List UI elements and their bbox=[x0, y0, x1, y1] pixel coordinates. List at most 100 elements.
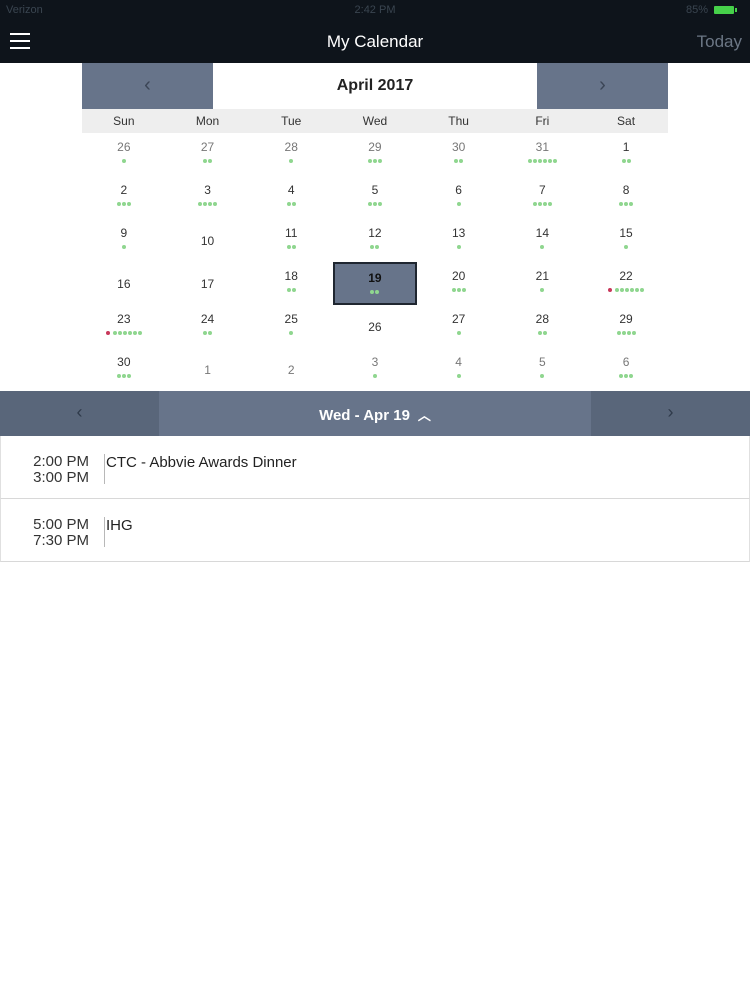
event-dot bbox=[537, 202, 542, 206]
calendar-day[interactable]: 22 bbox=[584, 262, 668, 305]
event-dots bbox=[584, 202, 668, 206]
calendar-day[interactable]: 4 bbox=[417, 348, 501, 391]
event-dots bbox=[417, 288, 501, 292]
calendar-day[interactable]: 14 bbox=[501, 219, 585, 262]
weekday-label: Sun bbox=[113, 114, 135, 128]
calendar-day[interactable]: 1 bbox=[166, 348, 250, 391]
event-dot bbox=[547, 202, 552, 206]
calendar-day[interactable]: 30 bbox=[417, 133, 501, 176]
calendar-day[interactable]: 1 bbox=[584, 133, 668, 176]
calendar-day[interactable]: 11 bbox=[249, 219, 333, 262]
calendar-day[interactable]: 15 bbox=[584, 219, 668, 262]
calendar-day[interactable]: 3 bbox=[166, 176, 250, 219]
event-dots bbox=[584, 374, 668, 378]
calendar-day[interactable]: 26 bbox=[333, 305, 417, 348]
event-dot bbox=[532, 202, 537, 206]
calendar-day[interactable]: 3 bbox=[333, 348, 417, 391]
event-dot bbox=[456, 374, 461, 378]
calendar-day[interactable]: 6 bbox=[417, 176, 501, 219]
event-start: 5:00 PM bbox=[33, 516, 89, 533]
calendar-day[interactable]: 26 bbox=[82, 133, 166, 176]
calendar-day[interactable]: 21 bbox=[501, 262, 585, 305]
event-dot bbox=[552, 159, 557, 163]
calendar-day[interactable]: 20 bbox=[417, 262, 501, 305]
calendar-day[interactable]: 2 bbox=[249, 348, 333, 391]
day-number: 18 bbox=[284, 269, 298, 283]
event-dot bbox=[547, 159, 552, 163]
calendar-day[interactable]: 13 bbox=[417, 219, 501, 262]
event-dot bbox=[621, 159, 626, 163]
today-button[interactable]: Today bbox=[697, 32, 742, 52]
event-dot bbox=[540, 288, 545, 292]
day-number: 27 bbox=[451, 312, 466, 326]
event-dots bbox=[584, 288, 668, 292]
day-number: 9 bbox=[120, 226, 128, 240]
calendar-day[interactable]: 10 bbox=[166, 219, 250, 262]
prev-month-button[interactable]: ‹ bbox=[82, 63, 213, 109]
calendar-day[interactable]: 2 bbox=[82, 176, 166, 219]
calendar-day[interactable]: 31 bbox=[501, 133, 585, 176]
calendar-day[interactable]: 4 bbox=[249, 176, 333, 219]
next-day-button[interactable]: › bbox=[591, 391, 750, 436]
event-dots bbox=[501, 374, 585, 378]
event-dots bbox=[584, 245, 668, 249]
chevron-right-icon: › bbox=[599, 74, 606, 96]
calendar-day[interactable]: 24 bbox=[166, 305, 250, 348]
event-dot bbox=[372, 374, 377, 378]
selected-day-label: Wed - Apr 19 bbox=[319, 407, 410, 424]
event-dot bbox=[133, 331, 138, 335]
calendar-day[interactable]: 12 bbox=[333, 219, 417, 262]
event-dots bbox=[335, 290, 415, 294]
event-dot bbox=[542, 159, 547, 163]
event-dot bbox=[542, 202, 547, 206]
calendar-day[interactable]: 29 bbox=[584, 305, 668, 348]
calendar-day[interactable]: 27 bbox=[166, 133, 250, 176]
calendar-day[interactable]: 5 bbox=[501, 348, 585, 391]
alert-dot bbox=[105, 331, 110, 335]
day-number: 1 bbox=[622, 140, 630, 154]
calendar-day[interactable]: 5 bbox=[333, 176, 417, 219]
calendar-day[interactable]: 9 bbox=[82, 219, 166, 262]
calendar-day[interactable]: 7 bbox=[501, 176, 585, 219]
event-dots bbox=[333, 159, 417, 163]
status-time: 2:42 PM bbox=[354, 4, 396, 16]
day-number: 16 bbox=[117, 277, 131, 291]
event-dot bbox=[123, 331, 128, 335]
calendar-day[interactable]: 6 bbox=[584, 348, 668, 391]
calendar-day[interactable]: 28 bbox=[501, 305, 585, 348]
event-dot bbox=[459, 159, 464, 163]
battery-cap bbox=[735, 8, 737, 12]
calendar-day[interactable]: 16 bbox=[82, 262, 166, 305]
event-list: 2:00 PM 3:00 PM CTC - Abbvie Awards Dinn… bbox=[0, 436, 750, 562]
calendar-day[interactable]: 17 bbox=[166, 262, 250, 305]
calendar-day[interactable]: 28 bbox=[249, 133, 333, 176]
calendar-day[interactable]: 25 bbox=[249, 305, 333, 348]
calendar-day[interactable]: 8 bbox=[584, 176, 668, 219]
event-dot bbox=[208, 202, 213, 206]
weekday-label: Tue bbox=[281, 114, 302, 128]
day-bar: ‹ Wed - Apr 19 ︿ › bbox=[0, 391, 750, 436]
calendar-day-selected[interactable]: 19 bbox=[333, 262, 417, 305]
next-month-button[interactable]: › bbox=[537, 63, 668, 109]
event-title: IHG bbox=[106, 517, 133, 534]
weekday-label: Thu bbox=[448, 114, 469, 128]
event-dot bbox=[640, 288, 645, 292]
day-number: 26 bbox=[368, 320, 382, 334]
event-dot bbox=[616, 331, 621, 335]
calendar-day[interactable]: 30 bbox=[82, 348, 166, 391]
event-row[interactable]: 5:00 PM 7:30 PM IHG bbox=[0, 499, 750, 562]
calendar-day[interactable]: 27 bbox=[417, 305, 501, 348]
event-dot bbox=[537, 159, 542, 163]
event-row[interactable]: 2:00 PM 3:00 PM CTC - Abbvie Awards Dinn… bbox=[0, 436, 750, 499]
prev-day-button[interactable]: ‹ bbox=[0, 391, 159, 436]
event-dots bbox=[333, 245, 417, 249]
weekday-label: Wed bbox=[362, 114, 388, 128]
event-times: 2:00 PM 3:00 PM bbox=[1, 454, 89, 486]
calendar-day[interactable]: 23 bbox=[82, 305, 166, 348]
event-dot bbox=[456, 202, 461, 206]
calendar-day[interactable]: 29 bbox=[333, 133, 417, 176]
event-dots bbox=[417, 202, 501, 206]
selected-day-toggle[interactable]: Wed - Apr 19 ︿ bbox=[159, 405, 591, 424]
day-number: 10 bbox=[200, 234, 215, 248]
calendar-day[interactable]: 18 bbox=[249, 262, 333, 305]
